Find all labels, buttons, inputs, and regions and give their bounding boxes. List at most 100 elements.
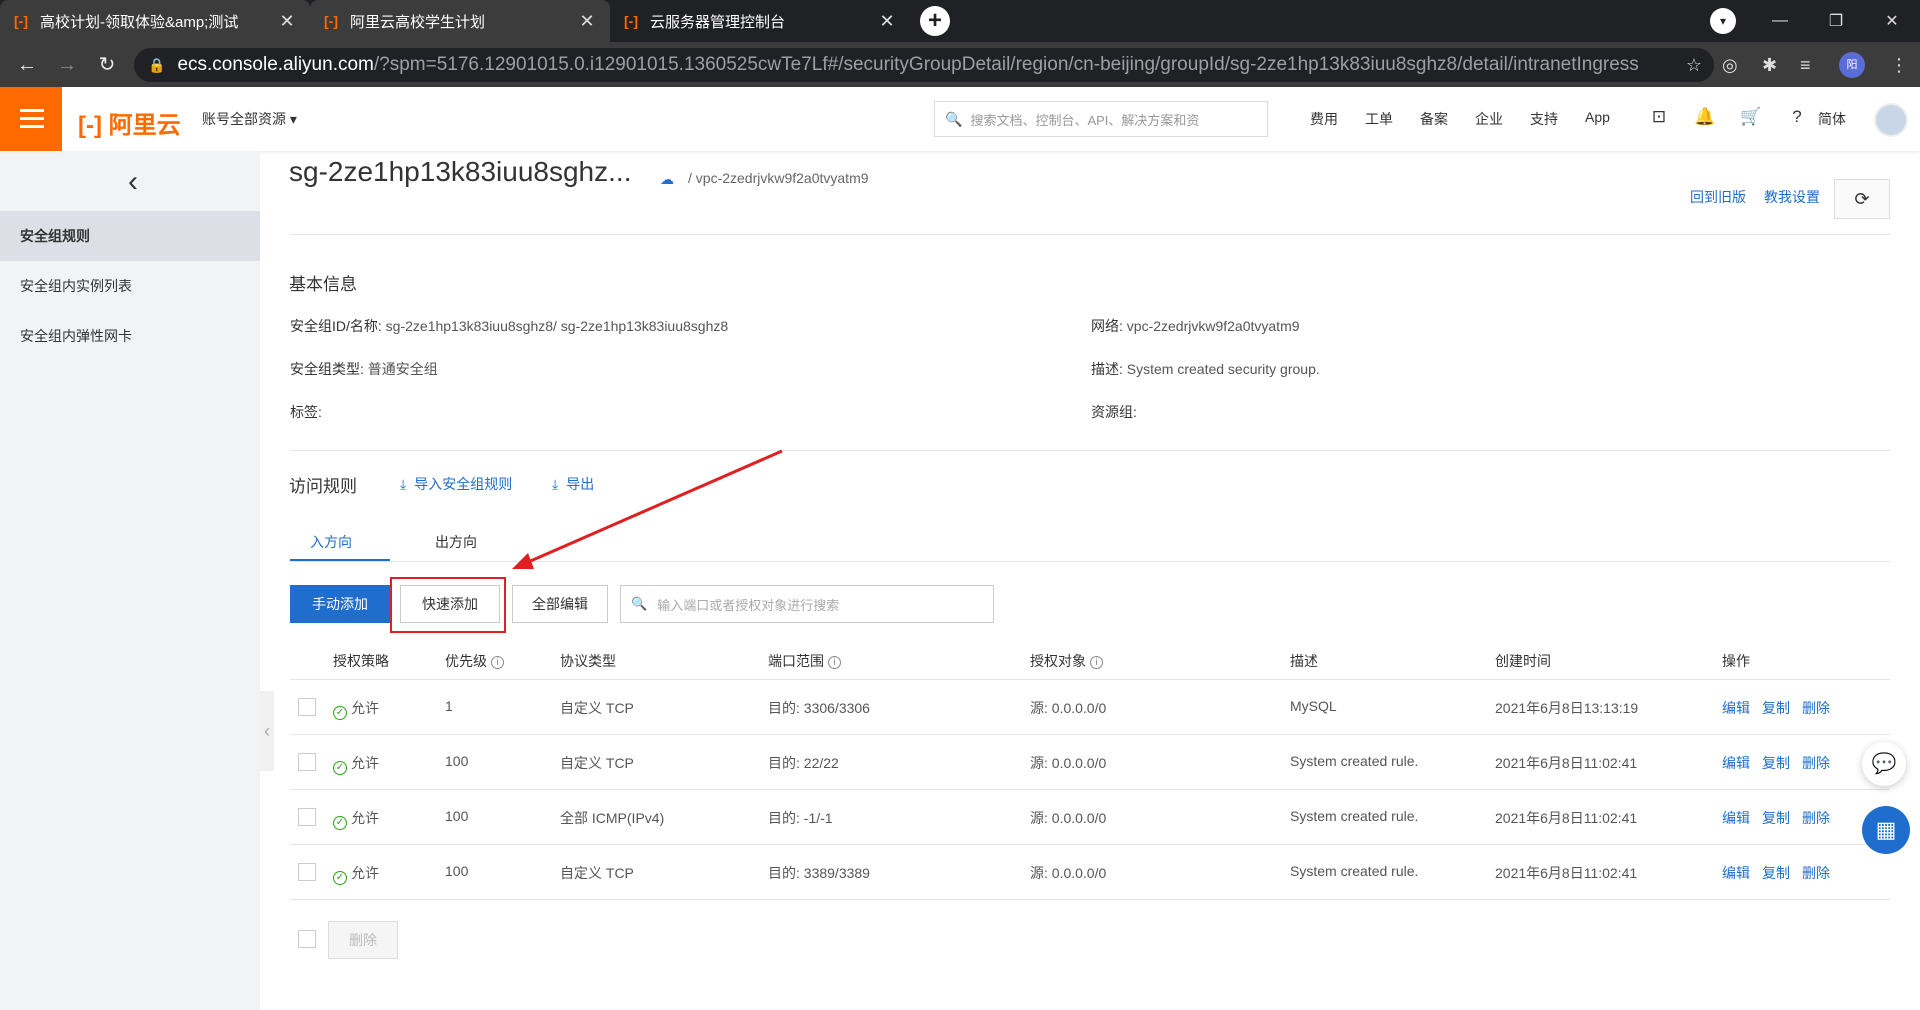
help-icon[interactable]: ? (1774, 107, 1820, 127)
info-icon[interactable]: i (828, 656, 841, 669)
delete-link[interactable]: 删除 (1802, 865, 1830, 881)
col-priority-label: 优先级 (445, 653, 487, 669)
rule-search-input[interactable]: 🔍 输入端口或者授权对象进行搜索 (620, 585, 994, 623)
created-cell: 2021年6月8日11:02:41 (1495, 810, 1638, 826)
port-cell: 目的: 22/22 (768, 755, 839, 771)
menu-icon[interactable] (0, 87, 62, 151)
sidebar-item-instances[interactable]: 安全组内实例列表 (0, 261, 260, 311)
search-icon: 🔍 (945, 110, 963, 127)
sidebar-item-enis[interactable]: 安全组内弹性网卡 (0, 311, 260, 361)
tab-baseline (290, 561, 1890, 562)
teach-settings-link[interactable]: 教我设置 (1764, 187, 1820, 207)
terminal-icon[interactable]: ⊡ (1636, 107, 1682, 127)
url-path: /?spm=5176.12901015.0.i12901015.1360525c… (373, 54, 1639, 75)
tab-outbound[interactable]: 出方向 (435, 532, 477, 552)
description-label: 描述: (1091, 361, 1123, 377)
row-checkbox[interactable] (298, 753, 316, 771)
bookmark-star-icon[interactable]: ☆ (1686, 55, 1702, 76)
nav-enterprise[interactable]: 企业 (1475, 109, 1503, 129)
page-title: sg-2ze1hp13k83iuu8sghz... (289, 156, 632, 187)
check-circle-icon: ✓ (333, 706, 347, 720)
profile-avatar[interactable]: 阳 (1839, 52, 1865, 78)
nav-support[interactable]: 支持 (1530, 109, 1558, 129)
chat-icon[interactable]: 💬 (1862, 742, 1906, 786)
browser-menu-icon[interactable]: ⋮ (1890, 55, 1908, 76)
copy-link[interactable]: 复制 (1762, 700, 1790, 716)
col-source-label: 授权对象 (1030, 653, 1086, 669)
nav-app[interactable]: App (1585, 109, 1610, 129)
nav-fees[interactable]: 费用 (1310, 109, 1338, 129)
close-tab-icon[interactable]: ✕ (578, 11, 596, 32)
edit-link[interactable]: 编辑 (1722, 755, 1750, 771)
copy-link[interactable]: 复制 (1762, 810, 1790, 826)
delete-link[interactable]: 删除 (1802, 810, 1830, 826)
extension-icon[interactable]: ◎ (1722, 55, 1738, 76)
import-rules-link[interactable]: ⤓ 导入安全组规则 (400, 474, 512, 494)
priority-cell: 100 (445, 753, 469, 769)
actions-cell: 编辑 复制 删除 (1722, 698, 1842, 718)
protocol-cell: 自定义 TCP (560, 755, 634, 771)
info-icon[interactable]: i (1090, 656, 1103, 669)
account-resource-selector[interactable]: 账号全部资源 ▾ (202, 109, 297, 129)
row-checkbox[interactable] (298, 863, 316, 881)
browser-tab[interactable]: [-] 阿里云高校学生计划 ✕ (310, 0, 610, 42)
cart-icon[interactable]: 🛒 (1728, 107, 1774, 127)
info-icon[interactable]: i (491, 656, 504, 669)
col-protocol: 协议类型 (560, 653, 616, 669)
apps-grid-icon[interactable]: ▦ (1862, 806, 1910, 854)
user-avatar[interactable] (1874, 103, 1908, 137)
batch-delete-button[interactable]: 删除 (328, 921, 398, 959)
chevron-left-icon[interactable]: ‹ (128, 165, 138, 199)
nav-icp[interactable]: 备案 (1420, 109, 1448, 129)
sidebar-item-rules[interactable]: 安全组规则 (0, 211, 260, 261)
table-row: ✓ 允许 100 自定义 TCP 目的: 22/22 源: 0.0.0.0/0 S… (290, 735, 1890, 790)
bell-icon[interactable]: 🔔 (1682, 107, 1728, 127)
row-checkbox[interactable] (298, 698, 316, 716)
network-value[interactable]: vpc-2zedrjvkw9f2a0tvyatm9 (1127, 318, 1300, 334)
close-tab-icon[interactable]: ✕ (878, 11, 896, 32)
delete-link[interactable]: 删除 (1802, 700, 1830, 716)
reload-icon[interactable]: ↻ (92, 50, 122, 80)
vpc-breadcrumb[interactable]: / vpc-2zedrjvkw9f2a0tvyatm9 (688, 170, 869, 186)
edit-all-button[interactable]: 全部编辑 (512, 585, 608, 623)
manual-add-button[interactable]: 手动添加 (290, 585, 390, 623)
back-icon[interactable]: ← (12, 50, 42, 80)
row-checkbox[interactable] (298, 808, 316, 826)
language-switch[interactable]: 简体 (1818, 109, 1846, 129)
minimize-icon[interactable]: — (1752, 12, 1808, 30)
edit-link[interactable]: 编辑 (1722, 700, 1750, 716)
policy-cell: ✓ 允许 (333, 698, 379, 720)
new-tab-button[interactable]: + (920, 6, 950, 36)
address-bar[interactable]: 🔒 ecs.console.aliyun.com /?spm=5176.1290… (134, 48, 1714, 82)
check-circle-icon: ✓ (333, 871, 347, 885)
table-row: ✓ 允许 1 自定义 TCP 目的: 3306/3306 源: 0.0.0.0/0… (290, 680, 1890, 735)
policy-value: 允许 (351, 865, 379, 881)
priority-cell: 100 (445, 863, 469, 879)
rules-table-header: 授权策略 优先级 i 协议类型 端口范围 i 授权对象 i 描述 创建时间 操作 (290, 640, 1890, 680)
edit-link[interactable]: 编辑 (1722, 810, 1750, 826)
edit-link[interactable]: 编辑 (1722, 865, 1750, 881)
copy-link[interactable]: 复制 (1762, 755, 1790, 771)
network-label: 网络: (1091, 318, 1123, 334)
select-all-checkbox[interactable] (298, 930, 316, 948)
back-to-old-link[interactable]: 回到旧版 (1690, 187, 1746, 207)
lock-icon[interactable]: 🔒 (148, 57, 165, 74)
close-window-icon[interactable]: ✕ (1864, 11, 1920, 31)
copy-link[interactable]: 复制 (1762, 865, 1790, 881)
forward-icon[interactable]: → (52, 50, 82, 80)
tab-search-icon[interactable]: ▾ (1710, 8, 1736, 34)
maximize-icon[interactable]: ❐ (1808, 11, 1864, 31)
browser-tab[interactable]: [-] 高校计划-领取体验&amp;测试 ✕ (0, 0, 310, 42)
delete-link[interactable]: 删除 (1802, 755, 1830, 771)
aliyun-logo[interactable]: [-] 阿里云 (78, 105, 181, 140)
refresh-button[interactable]: ⟳ (1834, 179, 1890, 219)
media-control-icon[interactable]: ≡ (1800, 55, 1811, 76)
close-tab-icon[interactable]: ✕ (278, 11, 296, 32)
browser-tab-active[interactable]: [-] 云服务器管理控制台 ✕ (610, 0, 910, 42)
tab-inbound[interactable]: 入方向 (310, 532, 352, 552)
puzzle-extensions-icon[interactable]: ✱ (1762, 55, 1777, 76)
col-description: 描述 (1290, 653, 1318, 669)
console-search-input[interactable]: 🔍 搜索文档、控制台、API、解决方案和资 (934, 101, 1268, 137)
export-link[interactable]: ⤓ 导出 (552, 474, 594, 494)
nav-tickets[interactable]: 工单 (1365, 109, 1393, 129)
